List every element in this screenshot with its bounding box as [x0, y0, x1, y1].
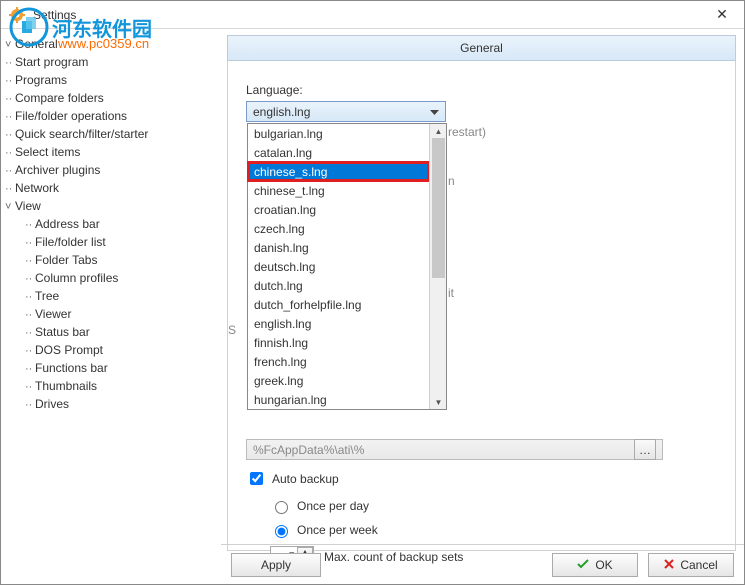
- tree-item-start-program[interactable]: ··Start program: [5, 53, 217, 71]
- scroll-up-icon[interactable]: ▲: [430, 124, 447, 138]
- tree-item-select-items[interactable]: ··Select items: [5, 143, 217, 161]
- radio-day-input[interactable]: [275, 501, 288, 514]
- settings-icon: [9, 7, 25, 23]
- settings-tree: ˅General ··Start program ··Programs ··Co…: [1, 29, 221, 584]
- tree-item-column-profiles[interactable]: ··Column profiles: [5, 269, 217, 287]
- tree-item-viewer[interactable]: ··Viewer: [5, 305, 217, 323]
- tree-item-general[interactable]: ˅General: [5, 35, 217, 53]
- scroll-down-icon[interactable]: ▼: [430, 395, 447, 409]
- language-label: Language:: [246, 83, 717, 97]
- scrollbar-thumb[interactable]: [432, 138, 445, 278]
- language-option[interactable]: catalan.lng: [248, 143, 429, 162]
- obscured-text: it: [448, 286, 454, 300]
- obscured-text: n: [448, 174, 455, 188]
- radio-once-per-week[interactable]: Once per week: [270, 522, 463, 538]
- tree-item-tree[interactable]: ··Tree: [5, 287, 217, 305]
- tree-item-programs[interactable]: ··Programs: [5, 71, 217, 89]
- auto-backup-checkbox[interactable]: Auto backup: [246, 469, 463, 488]
- obscured-text: S: [228, 323, 236, 337]
- tree-item-folder-tabs[interactable]: ··Folder Tabs: [5, 251, 217, 269]
- language-option[interactable]: dutch_forhelpfile.lng: [248, 295, 429, 314]
- chevron-down-icon: [426, 104, 443, 121]
- tree-item-archiver[interactable]: ··Archiver plugins: [5, 161, 217, 179]
- apply-button[interactable]: Apply: [231, 553, 321, 577]
- tree-item-status-bar[interactable]: ··Status bar: [5, 323, 217, 341]
- language-option[interactable]: hungarian.lng: [248, 390, 429, 409]
- tree-item-view[interactable]: ˅View: [5, 197, 217, 215]
- auto-backup-label: Auto backup: [272, 472, 339, 486]
- language-option[interactable]: deutsch.lng: [248, 257, 429, 276]
- x-icon: [664, 558, 674, 572]
- language-dropdown-list: bulgarian.lngcatalan.lngchinese_s.lngchi…: [247, 123, 447, 410]
- check-icon: [577, 558, 589, 572]
- radio-once-per-day[interactable]: Once per day: [270, 498, 463, 514]
- radio-week-input[interactable]: [275, 525, 288, 538]
- language-option[interactable]: french.lng: [248, 352, 429, 371]
- close-button[interactable]: ✕: [700, 1, 744, 28]
- title-bar: Settings ✕: [1, 1, 744, 29]
- settings-path-value: %FcAppData%\ati\%: [253, 443, 364, 457]
- language-option[interactable]: chinese_t.lng: [248, 181, 429, 200]
- language-option[interactable]: bulgarian.lng: [248, 124, 429, 143]
- tree-item-compare-folders[interactable]: ··Compare folders: [5, 89, 217, 107]
- tree-item-thumbnails[interactable]: ··Thumbnails: [5, 377, 217, 395]
- auto-backup-input[interactable]: [250, 472, 263, 485]
- language-option[interactable]: croatian.lng: [248, 200, 429, 219]
- language-option[interactable]: czech.lng: [248, 219, 429, 238]
- browse-button[interactable]: …: [634, 439, 656, 460]
- language-option[interactable]: dutch.lng: [248, 276, 429, 295]
- tree-item-file-folder-list[interactable]: ··File/folder list: [5, 233, 217, 251]
- language-option[interactable]: chinese_s.lng: [248, 162, 429, 181]
- window-title: Settings: [31, 8, 76, 22]
- panel-title: General: [227, 35, 736, 61]
- cancel-button[interactable]: Cancel: [648, 553, 734, 577]
- language-option[interactable]: greek.lng: [248, 371, 429, 390]
- settings-path-field[interactable]: %FcAppData%\ati\% …: [246, 439, 663, 460]
- dropdown-scrollbar[interactable]: ▲ ▼: [429, 124, 446, 409]
- language-dropdown[interactable]: english.lng bulgarian.lngcatalan.lngchin…: [246, 101, 446, 122]
- button-bar: Apply OK Cancel: [221, 544, 744, 584]
- language-option[interactable]: english.lng: [248, 314, 429, 333]
- tree-item-file-folder-ops[interactable]: ··File/folder operations: [5, 107, 217, 125]
- tree-item-address-bar[interactable]: ··Address bar: [5, 215, 217, 233]
- language-selected: english.lng: [253, 105, 310, 119]
- tree-item-quick-search[interactable]: ··Quick search/filter/starter: [5, 125, 217, 143]
- tree-item-functions-bar[interactable]: ··Functions bar: [5, 359, 217, 377]
- language-option[interactable]: danish.lng: [248, 238, 429, 257]
- obscured-text: restart): [448, 125, 486, 139]
- language-option[interactable]: finnish.lng: [248, 333, 429, 352]
- tree-item-network[interactable]: ··Network: [5, 179, 217, 197]
- tree-item-drives[interactable]: ··Drives: [5, 395, 217, 413]
- tree-item-dos-prompt[interactable]: ··DOS Prompt: [5, 341, 217, 359]
- ok-button[interactable]: OK: [552, 553, 638, 577]
